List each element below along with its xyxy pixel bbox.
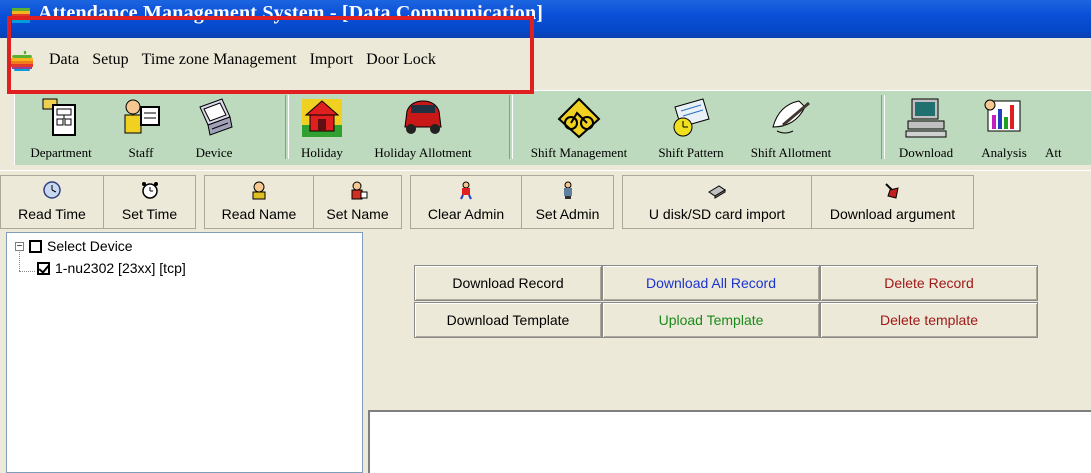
device-icon <box>199 98 233 136</box>
device-checkbox[interactable] <box>37 261 50 275</box>
download-argument-button[interactable]: Download argument <box>811 176 973 228</box>
menu-time-zone-management[interactable]: Time zone Management <box>136 51 304 69</box>
apple-logo-icon[interactable] <box>10 50 34 72</box>
read-name-label: Read Name <box>221 206 297 222</box>
toolbar-separator <box>881 95 885 159</box>
admin-clear-icon <box>460 181 472 200</box>
set-time-label: Set Time <box>121 206 178 222</box>
download-argument-label: Download argument <box>829 206 956 222</box>
set-admin-label: Set Admin <box>535 206 600 222</box>
holiday-button[interactable]: Holiday <box>289 91 355 163</box>
download-panel: Download Record Download All Record Dele… <box>363 232 1091 473</box>
menu-data[interactable]: Data <box>43 51 86 69</box>
department-icon <box>42 98 76 136</box>
usb-disk-import-button[interactable]: U disk/SD card import <box>623 176 811 228</box>
computer-icon <box>905 98 947 138</box>
clear-admin-label: Clear Admin <box>427 206 505 222</box>
set-admin-button[interactable]: Set Admin <box>521 176 613 228</box>
set-name-button[interactable]: Set Name <box>313 176 401 228</box>
alarm-clock-icon <box>141 182 158 199</box>
shift-pattern-button[interactable]: Shift Pattern <box>645 91 737 163</box>
log-output-box[interactable] <box>368 410 1091 473</box>
clock-icon <box>43 181 61 199</box>
pen-icon <box>772 100 810 134</box>
main-toolbar-strip: Department Staff Device Holiday Holiday … <box>14 90 1091 165</box>
menu-items: Data Setup Time zone Management Import D… <box>43 51 443 69</box>
shift-allotment-label: Shift Allotment <box>750 145 832 160</box>
download-label: Download <box>898 145 954 160</box>
staff-icon <box>124 99 160 134</box>
main-toolbar: Department Staff Device Holiday Holiday … <box>6 82 1091 165</box>
usb-disk-import-label: U disk/SD card import <box>648 206 786 222</box>
set-name-label: Set Name <box>326 206 389 222</box>
read-name-button[interactable]: Read Name <box>205 176 313 228</box>
download-template-button[interactable]: Download Template <box>414 302 602 338</box>
car-icon <box>404 100 442 134</box>
admin-button-group: Clear Admin Set Admin <box>410 175 614 229</box>
department-label: Department <box>30 145 92 160</box>
download-button[interactable]: Download <box>889 91 963 163</box>
read-time-label: Read Time <box>18 206 86 222</box>
delete-record-button[interactable]: Delete Record <box>820 265 1038 301</box>
upload-template-button[interactable]: Upload Template <box>602 302 820 338</box>
read-time-button[interactable]: Read Time <box>1 176 103 228</box>
collapse-icon[interactable]: − <box>15 241 24 251</box>
analysis-label: Analysis <box>981 145 1027 160</box>
window-title: Attendance Management System - [Data Com… <box>38 2 544 24</box>
clear-admin-button[interactable]: Clear Admin <box>411 176 521 228</box>
staff-label: Staff <box>128 145 154 160</box>
tree-node-root[interactable]: − Select Device <box>15 238 133 254</box>
person-read-icon <box>252 181 266 200</box>
delete-template-button[interactable]: Delete template <box>820 302 1038 338</box>
admin-set-icon <box>563 181 572 199</box>
attendance-label: Att <box>1045 145 1062 160</box>
usb-disk-icon <box>708 185 726 199</box>
download-arg-icon <box>884 183 899 199</box>
calendar-clock-icon <box>673 98 710 137</box>
tree-root-label: Select Device <box>47 238 133 254</box>
staff-button[interactable]: Staff <box>111 91 171 163</box>
tree-line <box>19 271 35 272</box>
tree-node-device[interactable]: 1-nu2302 [23xx] [tcp] <box>37 260 186 276</box>
chart-icon <box>984 99 1021 132</box>
bicycle-sign-icon <box>557 97 601 139</box>
attendance-button[interactable]: Att <box>1045 91 1085 163</box>
toolbar-separator <box>509 95 513 159</box>
shift-management-label: Shift Management <box>530 145 628 160</box>
root-checkbox[interactable] <box>29 239 42 253</box>
holiday-allotment-label: Holiday Allotment <box>374 145 472 160</box>
import-button-group: U disk/SD card import Download argument <box>622 175 974 229</box>
menu-setup[interactable]: Setup <box>86 51 135 69</box>
set-time-button[interactable]: Set Time <box>103 176 195 228</box>
department-button[interactable]: Department <box>19 91 103 163</box>
device-button[interactable]: Device <box>179 91 249 163</box>
shift-pattern-label: Shift Pattern <box>658 145 724 160</box>
tree-device-label: 1-nu2302 [23xx] [tcp] <box>55 260 186 276</box>
download-record-button[interactable]: Download Record <box>414 265 602 301</box>
analysis-button[interactable]: Analysis <box>969 91 1039 163</box>
menu-import[interactable]: Import <box>304 51 361 69</box>
holiday-label: Holiday <box>301 145 343 160</box>
apple-logo-icon <box>12 8 30 23</box>
holiday-allotment-button[interactable]: Holiday Allotment <box>361 91 485 163</box>
shift-management-button[interactable]: Shift Management <box>515 91 643 163</box>
time-button-group: Read Time Set Time <box>0 175 196 229</box>
menu-bar: Data Setup Time zone Management Import D… <box>0 38 1091 82</box>
title-bar: Attendance Management System - [Data Com… <box>0 0 1091 38</box>
device-label: Device <box>195 145 233 160</box>
shift-allotment-button[interactable]: Shift Allotment <box>741 91 841 163</box>
device-tree: − Select Device 1-nu2302 [23xx] [tcp] <box>6 232 363 473</box>
menu-door-lock[interactable]: Door Lock <box>360 51 443 69</box>
holiday-icon <box>302 99 342 137</box>
person-set-icon <box>351 181 367 200</box>
name-button-group: Read Name Set Name <box>204 175 402 229</box>
download-all-record-button[interactable]: Download All Record <box>602 265 820 301</box>
device-toolbar: Read Time Set Time Read Name Set Name Cl… <box>0 170 1091 233</box>
